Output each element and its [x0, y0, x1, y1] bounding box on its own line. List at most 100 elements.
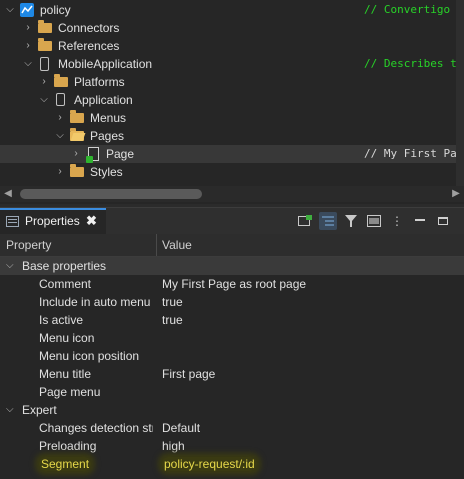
- chevron-right-icon[interactable]: ›: [54, 163, 66, 181]
- tab-title: Properties: [25, 214, 80, 228]
- layout-icon[interactable]: [365, 212, 383, 230]
- folder-icon: [70, 164, 84, 179]
- chevron-down-icon[interactable]: ⌵: [38, 91, 50, 109]
- property-row[interactable]: Is active true: [0, 311, 464, 329]
- properties-icon: [6, 216, 19, 227]
- properties-column-header: Property Value: [0, 234, 464, 257]
- tab-properties[interactable]: Properties ✖: [0, 208, 106, 234]
- page-icon: [86, 147, 99, 163]
- category-label: Expert: [22, 403, 57, 417]
- chevron-right-icon[interactable]: ›: [70, 145, 82, 163]
- mobile-device-icon: [40, 57, 49, 71]
- highlighted-property-name: Segment: [39, 457, 92, 471]
- project-icon: [20, 3, 34, 17]
- property-row[interactable]: Comment My First Page as root page: [0, 275, 464, 293]
- chevron-down-icon[interactable]: ⌵: [22, 55, 34, 73]
- property-name: Include in auto menu: [39, 295, 151, 309]
- property-value[interactable]: First page: [162, 365, 215, 383]
- chevron-right-icon[interactable]: ›: [54, 109, 66, 127]
- chevron-down-icon[interactable]: ⌵: [54, 127, 66, 145]
- property-row[interactable]: Page menu: [0, 383, 464, 401]
- tree-item-styles[interactable]: › Styles: [0, 163, 464, 181]
- chevron-right-icon[interactable]: ›: [22, 37, 34, 55]
- horizontal-scrollbar[interactable]: ◀ ▶: [0, 186, 464, 202]
- tree-item-label: Styles: [90, 165, 123, 179]
- scrollbar-thumb[interactable]: [20, 189, 202, 199]
- column-header-value[interactable]: Value: [162, 238, 192, 252]
- property-name: Preloading: [39, 439, 97, 453]
- property-name: Is active: [39, 313, 84, 327]
- tree-item-application[interactable]: ⌵ Application: [0, 91, 464, 109]
- property-value[interactable]: high: [162, 437, 185, 455]
- tree-item-label: Platforms: [74, 75, 125, 89]
- folder-icon: [38, 20, 52, 35]
- tree-item-mobileapplication[interactable]: ⌵ MobileApplication // Describes the m: [0, 55, 464, 73]
- property-value[interactable]: policy-request/:id: [162, 455, 257, 473]
- folder-icon: [70, 110, 84, 125]
- property-name: Segment: [39, 455, 153, 473]
- property-row[interactable]: Menu icon: [0, 329, 464, 347]
- property-value[interactable]: true: [162, 311, 183, 329]
- menu-kebab-icon[interactable]: ⋮: [388, 212, 406, 230]
- tree-item-label: policy: [40, 3, 71, 17]
- highlighted-property-value: policy-request/:id: [162, 457, 257, 471]
- chevron-down-icon[interactable]: ⌵: [4, 1, 16, 19]
- tree-item-connectors[interactable]: › Connectors: [0, 19, 464, 37]
- tree-item-label: Application: [74, 93, 133, 107]
- new-item-icon[interactable]: [296, 212, 314, 230]
- chevron-down-icon[interactable]: ⌵: [6, 401, 14, 419]
- tree-item-menus[interactable]: › Menus: [0, 109, 464, 127]
- property-value[interactable]: My First Page as root page: [162, 275, 306, 293]
- vertical-scrollbar[interactable]: [456, 0, 464, 186]
- close-icon[interactable]: ✖: [86, 213, 97, 229]
- folder-icon: [38, 38, 52, 53]
- property-row[interactable]: Menu icon position: [0, 347, 464, 365]
- property-value[interactable]: Default: [162, 419, 200, 437]
- tree-item-pages[interactable]: ⌵ Pages: [0, 127, 464, 145]
- scroll-left-icon[interactable]: ◀: [0, 186, 16, 202]
- tree-item-references[interactable]: › References: [0, 37, 464, 55]
- property-row-segment[interactable]: Segment policy-request/:id: [0, 455, 464, 473]
- property-name: Page menu: [39, 385, 101, 399]
- property-row[interactable]: Changes detection strategy Default: [0, 419, 464, 437]
- funnel-icon[interactable]: [342, 212, 360, 230]
- category-base-properties[interactable]: ⌵ Base properties: [0, 257, 464, 275]
- scroll-right-icon[interactable]: ▶: [448, 186, 464, 202]
- property-row[interactable]: Menu title First page: [0, 365, 464, 383]
- folder-open-icon: [70, 128, 84, 143]
- properties-grid: ⌵ Base properties Comment My First Page …: [0, 257, 464, 479]
- maximize-icon[interactable]: [434, 212, 452, 230]
- filter-tree-icon[interactable]: [319, 212, 337, 230]
- column-header-property[interactable]: Property: [6, 238, 51, 252]
- property-row[interactable]: Include in auto menu true: [0, 293, 464, 311]
- category-partial: ›: [0, 473, 464, 479]
- chevron-right-icon[interactable]: ›: [6, 473, 9, 479]
- chevron-down-icon[interactable]: ⌵: [6, 257, 14, 275]
- property-name: Comment: [39, 277, 92, 291]
- property-name: Menu icon position: [39, 349, 140, 363]
- tree-item-comment: // My First Page a: [364, 147, 464, 160]
- tree-item-label: Pages: [90, 129, 125, 143]
- project-tree[interactable]: ⌵ policy // Convertigo Mo › Connectors ›…: [0, 0, 464, 204]
- chevron-right-icon[interactable]: ›: [22, 19, 34, 37]
- property-name: Changes detection strategy: [39, 421, 153, 435]
- minimize-icon[interactable]: [411, 212, 429, 230]
- application-icon: [56, 93, 65, 106]
- tree-item-comment: // Convertigo Mo: [364, 3, 464, 16]
- tree-item-label: MobileApplication: [58, 57, 153, 71]
- chevron-right-icon[interactable]: ›: [38, 73, 50, 91]
- properties-view-tabbar: Properties ✖ ⋮: [0, 207, 464, 234]
- tree-item-platforms[interactable]: › Platforms: [0, 73, 464, 91]
- property-name: Menu title: [39, 367, 92, 381]
- property-value[interactable]: true: [162, 293, 183, 311]
- column-divider[interactable]: [156, 234, 157, 256]
- tree-item-policy[interactable]: ⌵ policy // Convertigo Mo: [0, 1, 464, 19]
- tree-item-label: Page: [106, 147, 135, 161]
- property-name: Menu icon: [39, 331, 95, 345]
- tree-item-page[interactable]: › Page // My First Page a: [0, 145, 464, 163]
- tree-item-comment: // Describes the m: [364, 57, 464, 70]
- category-label: Base properties: [22, 259, 107, 273]
- property-row[interactable]: Preloading high: [0, 437, 464, 455]
- category-expert[interactable]: ⌵ Expert: [0, 401, 464, 419]
- tree-item-label: References: [58, 39, 120, 53]
